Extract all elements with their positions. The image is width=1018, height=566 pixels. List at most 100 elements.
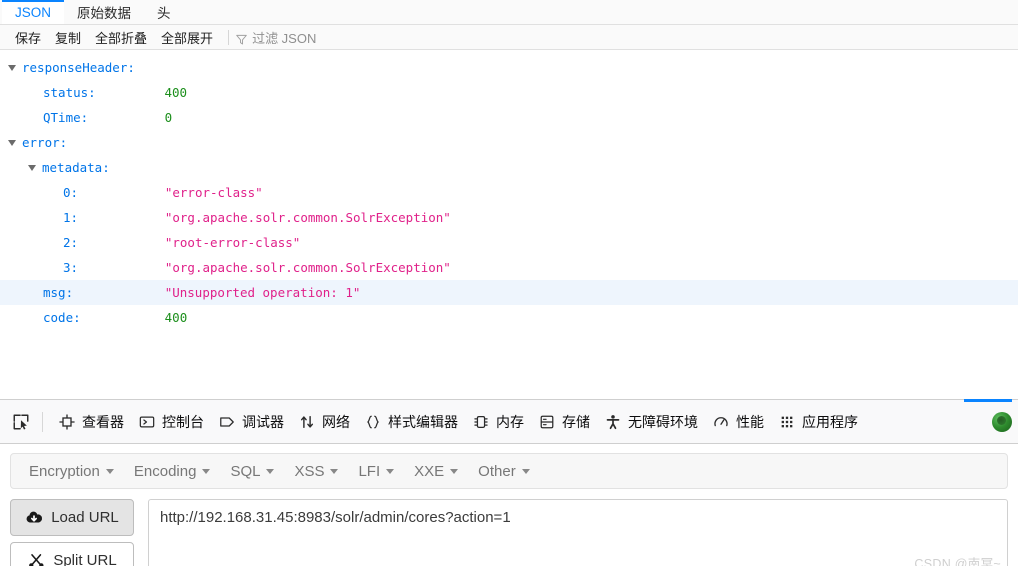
devtools-tab-storage-label: 存储 bbox=[562, 413, 590, 430]
devtools-tab-style-editor-label: 样式编辑器 bbox=[388, 413, 458, 430]
devtools-tab-console[interactable]: 控制台 bbox=[131, 408, 211, 436]
json-key-text: 3 bbox=[63, 260, 71, 275]
json-key-text: 0 bbox=[63, 185, 71, 200]
devtools-tab-debugger-label: 调试器 bbox=[242, 413, 284, 430]
tab-raw-data[interactable]: 原始数据 bbox=[64, 0, 144, 24]
expand-triangle-icon[interactable] bbox=[28, 164, 36, 171]
copy-button[interactable]: 复制 bbox=[48, 27, 88, 48]
json-tree-row[interactable]: msg: "Unsupported operation: 1" bbox=[0, 280, 1018, 305]
devtools-tab-performance-label: 性能 bbox=[736, 413, 764, 430]
json-key-text: 1 bbox=[63, 210, 71, 225]
json-key: metadata: bbox=[42, 155, 110, 180]
json-key: 0: bbox=[63, 180, 78, 205]
json-key-text: responseHeader bbox=[22, 60, 128, 75]
json-tree-row[interactable]: error: bbox=[0, 130, 1018, 155]
chevron-down-icon bbox=[521, 468, 530, 474]
json-key-colon: : bbox=[70, 260, 79, 275]
expand-all-button[interactable]: 全部展开 bbox=[154, 27, 220, 48]
json-key-colon: : bbox=[70, 235, 79, 250]
devtools-tab-accessibility[interactable]: 无障碍环境 bbox=[597, 408, 705, 436]
network-arrows-icon bbox=[298, 413, 316, 431]
memory-icon bbox=[472, 413, 490, 431]
url-textarea[interactable]: http://192.168.31.45:8983/solr/admin/cor… bbox=[148, 499, 1008, 566]
json-tree-row[interactable]: code: 400 bbox=[0, 305, 1018, 330]
chevron-down-icon bbox=[266, 468, 275, 474]
hackbar-action-buttons: Load URL Split URL bbox=[10, 499, 134, 566]
hackbar-menu-lfi[interactable]: LFI bbox=[348, 459, 404, 484]
json-key: QTime: bbox=[43, 105, 88, 130]
json-tree-row[interactable]: 3: "org.apache.solr.common.SolrException" bbox=[0, 255, 1018, 280]
hackbar-menu-other[interactable]: Other bbox=[468, 459, 540, 484]
chevron-down-icon bbox=[202, 468, 211, 474]
save-button[interactable]: 保存 bbox=[8, 27, 48, 48]
hackbar-menu-xxe-label: XXE bbox=[414, 462, 445, 480]
expand-triangle-icon[interactable] bbox=[8, 64, 16, 71]
json-key-text: code bbox=[43, 310, 74, 325]
json-key-colon: : bbox=[127, 60, 135, 75]
chevron-down-icon bbox=[386, 468, 395, 474]
devtools-tab-application[interactable]: 应用程序 bbox=[771, 408, 865, 436]
json-key-text: metadata bbox=[42, 160, 103, 175]
hackbar-body: Load URL Split URL http://192.168.31.45:… bbox=[10, 499, 1008, 566]
devtools-tab-style-editor[interactable]: 样式编辑器 bbox=[357, 408, 465, 436]
tab-headers[interactable]: 头 bbox=[144, 0, 184, 24]
json-key-colon: : bbox=[70, 185, 79, 200]
expand-triangle-icon[interactable] bbox=[8, 139, 16, 146]
json-value: 400 bbox=[164, 310, 188, 325]
tab-headers-label: 头 bbox=[157, 6, 171, 21]
devtools-tab-storage[interactable]: 存储 bbox=[531, 408, 597, 436]
json-tree-row[interactable]: status: 400 bbox=[0, 80, 1018, 105]
devtools-tab-memory-label: 内存 bbox=[496, 413, 524, 430]
collapse-all-button[interactable]: 全部折叠 bbox=[88, 27, 154, 48]
devtools-tab-inspector[interactable]: 查看器 bbox=[51, 408, 131, 436]
hackbar-panel: Encryption Encoding SQL XSS LFI XXE Othe… bbox=[0, 445, 1018, 566]
json-tree-row[interactable]: metadata: bbox=[0, 155, 1018, 180]
devtools-tab-application-label: 应用程序 bbox=[802, 413, 858, 430]
json-tree-row[interactable]: 2: "root-error-class" bbox=[0, 230, 1018, 255]
firefox-green-circle-icon[interactable] bbox=[992, 411, 1012, 432]
json-key-colon: : bbox=[102, 160, 110, 175]
filter-json-placeholder: 过滤 JSON bbox=[252, 30, 317, 46]
devtools-right-group bbox=[964, 398, 1018, 432]
tab-json-label: JSON bbox=[15, 4, 52, 20]
screenshot-root: JSON 原始数据 头 保存 复制 全部折叠 全部展开 过滤 JSON resp… bbox=[0, 0, 1018, 566]
devtools-toolbar: 查看器 控制台 调试器 网络 样式编辑器 内存 存储 无障碍环境 性能 应用程序 bbox=[0, 398, 1018, 444]
json-value: "org.apache.solr.common.SolrException" bbox=[164, 210, 451, 225]
hackbar-menu-encoding[interactable]: Encoding bbox=[124, 459, 221, 484]
load-url-button[interactable]: Load URL bbox=[10, 499, 134, 536]
hackbar-menu-encryption[interactable]: Encryption bbox=[19, 459, 124, 484]
json-tree-row[interactable]: 1: "org.apache.solr.common.SolrException" bbox=[0, 205, 1018, 230]
hackbar-menu-encoding-label: Encoding bbox=[133, 462, 197, 480]
json-key: 1: bbox=[63, 205, 78, 230]
chevron-down-icon bbox=[330, 468, 339, 474]
toolbar-divider bbox=[228, 29, 230, 45]
filter-json-input[interactable]: 过滤 JSON bbox=[236, 28, 316, 47]
json-key: msg: bbox=[43, 280, 73, 305]
json-key-colon: : bbox=[65, 285, 74, 300]
split-url-button[interactable]: Split URL bbox=[10, 542, 134, 566]
json-key-colon: : bbox=[73, 310, 81, 325]
json-value: 400 bbox=[164, 85, 188, 100]
devtools-divider bbox=[42, 411, 43, 432]
hackbar-menu-xss[interactable]: XSS bbox=[284, 459, 348, 484]
json-key-colon: : bbox=[59, 135, 68, 150]
hackbar-menu-sql-label: SQL bbox=[230, 462, 261, 480]
devtools-tab-debugger[interactable]: 调试器 bbox=[211, 408, 291, 436]
devtools-tab-network[interactable]: 网络 bbox=[291, 408, 357, 436]
tab-json[interactable]: JSON bbox=[2, 0, 65, 24]
accessibility-person-icon bbox=[604, 413, 622, 431]
hackbar-menu-sql[interactable]: SQL bbox=[220, 459, 284, 484]
json-key-text: QTime bbox=[43, 110, 81, 125]
json-key-text: msg bbox=[43, 285, 66, 300]
element-picker-icon[interactable] bbox=[8, 409, 34, 435]
hackbar-menu-lfi-label: LFI bbox=[358, 462, 381, 480]
json-key-colon: : bbox=[70, 210, 79, 225]
json-tree-row[interactable]: QTime: 0 bbox=[0, 105, 1018, 130]
split-url-button-label: Split URL bbox=[53, 552, 117, 566]
devtools-tab-memory[interactable]: 内存 bbox=[465, 408, 531, 436]
devtools-tab-performance[interactable]: 性能 bbox=[705, 408, 771, 436]
application-grid-icon bbox=[778, 413, 796, 431]
hackbar-menu-xxe[interactable]: XXE bbox=[404, 459, 468, 484]
json-tree-row[interactable]: 0: "error-class" bbox=[0, 180, 1018, 205]
json-tree-row[interactable]: responseHeader: bbox=[0, 55, 1018, 80]
